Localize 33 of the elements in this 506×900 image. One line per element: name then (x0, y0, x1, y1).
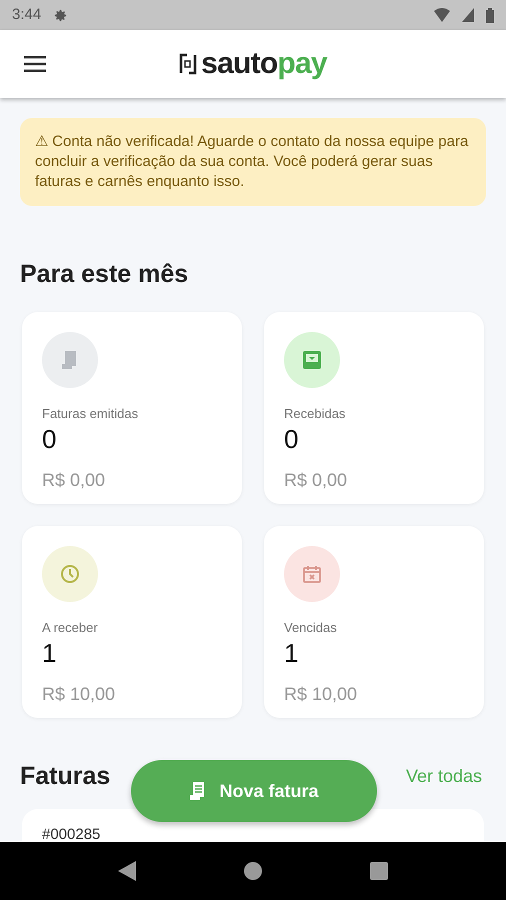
wifi-icon (434, 8, 450, 22)
card-count: 0 (42, 423, 58, 455)
card-amount: R$ 10,00 (42, 683, 116, 706)
card-count: 1 (284, 637, 300, 669)
card-label: Vencidas (284, 618, 338, 636)
inbox-icon (302, 350, 322, 370)
logo-icon (179, 53, 198, 75)
warning-message: ⚠ Conta não verificada! Aguarde o contato da nossa equipe para concluir a verificação da sua conta. Você poderá gerar suas faturas e carnês enquanto isso. (35, 132, 470, 192)
menu-icon[interactable] (24, 56, 46, 72)
calendar-icon (302, 564, 322, 584)
battery-icon (486, 8, 494, 22)
card-amount: R$ 0,00 (42, 469, 106, 492)
card-amount: R$ 10,00 (284, 683, 358, 706)
summary-card[interactable]: A receber 1 R$ 10,00 (22, 526, 242, 718)
signal-icon (462, 8, 474, 22)
card-label: Faturas emitidas (42, 404, 140, 422)
card-count: 0 (284, 423, 300, 455)
status-time: 3:44 (12, 4, 42, 25)
card-amount: R$ 0,00 (284, 469, 348, 492)
logo-text: sautopay (201, 49, 327, 79)
section-title: Faturas (20, 760, 110, 792)
card-label: A receber (42, 618, 99, 636)
home-icon[interactable] (244, 862, 262, 880)
gear-icon (53, 8, 68, 22)
summary-card[interactable]: Recebidas 0 R$ 0,00 (264, 312, 484, 504)
summary-card[interactable]: Vencidas 1 R$ 10,00 (264, 526, 484, 718)
summary-card[interactable]: Faturas emitidas 0 R$ 0,00 (22, 312, 242, 504)
card-count: 1 (42, 637, 58, 669)
invoice-number: #000285 (42, 826, 100, 843)
section-title: Para este mês (20, 259, 190, 290)
clock-icon (60, 564, 80, 584)
card-label: Recebidas (284, 404, 346, 422)
back-icon[interactable] (118, 861, 136, 881)
